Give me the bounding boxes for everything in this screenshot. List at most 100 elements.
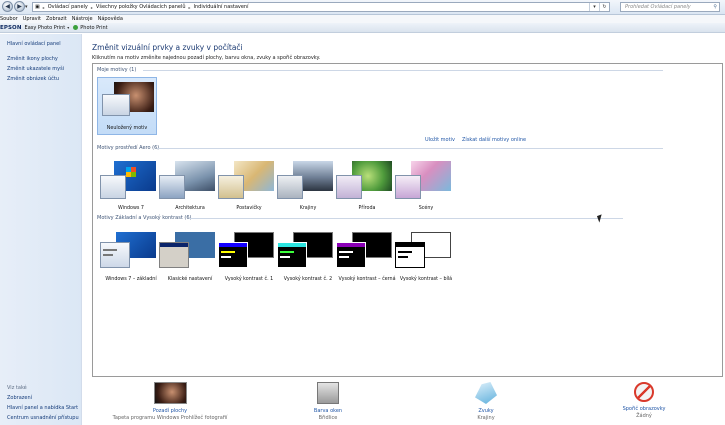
windows-logo-icon (126, 167, 136, 177)
theme-landscapes[interactable]: Krajiny (275, 159, 341, 212)
sounds-title[interactable]: Zvuky (426, 408, 546, 414)
menu-help[interactable]: Nápověda (98, 16, 123, 22)
theme-thumbnail (157, 159, 219, 205)
epson-logo: EPSON (0, 24, 22, 31)
theme-thumbnail (216, 230, 278, 276)
get-more-themes-link[interactable]: Získat další motivy online (462, 137, 526, 143)
window-preview (100, 175, 126, 199)
themes-list[interactable]: Moje motivy (1) Neuložený motiv Uložit m… (92, 63, 723, 377)
group-aero-themes: Motivy prostředí Aero (6) (97, 145, 160, 151)
theme-label: Vysoký kontrast – černá (338, 277, 396, 282)
display-link[interactable]: Zobrazení (7, 395, 32, 401)
theme-scenes[interactable]: Scény (393, 159, 459, 212)
theme-classic[interactable]: Klasické nastavení (157, 230, 223, 283)
recent-pages-dropdown[interactable]: ▾ (25, 4, 30, 10)
chevron-down-icon[interactable]: ▾ (67, 25, 69, 30)
photo-print-icon (73, 25, 79, 30)
theme-thumbnail (275, 230, 337, 276)
menu-edit[interactable]: Upravit (23, 16, 41, 22)
group-divider (143, 70, 663, 71)
change-mouse-pointers-link[interactable]: Změnit ukazatele myši (7, 66, 64, 72)
back-button[interactable]: ◀ (2, 1, 13, 12)
sounds-icon (475, 382, 497, 404)
breadcrumb[interactable]: ▣ ▸ Ovládací panely ▸ Všechny položky Ov… (32, 2, 610, 12)
window-preview (102, 94, 130, 116)
theme-label: Scény (418, 206, 434, 211)
screensaver-value: Žádný (636, 413, 652, 419)
change-desktop-icons-link[interactable]: Změnit ikony plochy (7, 56, 58, 62)
forward-button[interactable]: ▶ (14, 1, 25, 12)
theme-label: Neuložený motiv (106, 126, 148, 131)
theme-label: Krajiny (299, 206, 317, 211)
theme-windows7-basic[interactable]: Windows 7 – základní (98, 230, 164, 283)
see-also-heading: Viz také (7, 385, 27, 391)
desktop-background-title[interactable]: Pozadí plochy (110, 408, 230, 414)
screensaver-icon (634, 382, 654, 402)
theme-label: Windows 7 (118, 206, 144, 211)
window-preview (277, 242, 307, 268)
save-theme-link[interactable]: Uložit motiv (425, 137, 455, 143)
easy-photo-print-button[interactable]: Easy Photo Print (25, 25, 66, 31)
epson-toolbar: EPSON Easy Photo Print ▾ Photo Print (0, 23, 725, 33)
window-preview (277, 175, 303, 199)
search-placeholder: Prohledat Ovládací panely (625, 4, 691, 10)
window-color-icon (317, 382, 339, 404)
theme-high-contrast-white[interactable]: Vysoký kontrast – bílá (393, 230, 459, 283)
change-account-picture-link[interactable]: Změnit obrázek účtu (7, 76, 59, 82)
window-preview (336, 242, 366, 268)
group-divider (157, 148, 663, 149)
sounds-value: Krajiny (477, 415, 495, 421)
theme-unsaved[interactable]: Neuložený motiv (97, 77, 157, 135)
theme-label: Vysoký kontrast – bílá (399, 277, 453, 282)
menu-file[interactable]: Soubor (0, 16, 18, 22)
control-panel-home-link[interactable]: Hlavní ovládací panel (7, 41, 61, 47)
theme-label: Vysoký kontrast č. 2 (283, 277, 333, 282)
group-my-themes: Moje motivy (1) (97, 67, 137, 73)
menu-tools[interactable]: Nástroje (72, 16, 93, 22)
screensaver-title[interactable]: Spořič obrazovky (584, 406, 704, 412)
theme-thumbnail (157, 230, 219, 276)
window-preview (100, 242, 130, 268)
group-basic-themes: Motivy Základní a Vysoký kontrast (6) (97, 215, 192, 221)
taskbar-start-menu-link[interactable]: Hlavní panel a nabídka Start (7, 405, 78, 411)
ease-of-access-link[interactable]: Centrum usnadnění přístupu (7, 415, 79, 421)
theme-high-contrast-2[interactable]: Vysoký kontrast č. 2 (275, 230, 341, 283)
theme-windows7[interactable]: Windows 7 (98, 159, 164, 212)
theme-thumbnail (98, 159, 160, 205)
breadcrumb-separator-icon: ▸ (188, 4, 191, 10)
breadcrumb-item[interactable]: Individuální nastavení (194, 4, 249, 10)
desktop-background-value: Tapeta programu Windows Prohlížeč fotogr… (112, 415, 228, 421)
search-icon[interactable]: ⚲ (713, 3, 717, 11)
breadcrumb-separator-icon: ▸ (90, 4, 93, 10)
address-dropdown-icon[interactable]: ▾ (589, 3, 599, 11)
sounds-setting[interactable]: Zvuky Krajiny (426, 382, 546, 421)
desktop-background-setting[interactable]: Pozadí plochy Tapeta programu Windows Pr… (110, 382, 230, 421)
search-input[interactable]: Prohledat Ovládací panely ⚲ (620, 2, 720, 12)
window-preview (159, 242, 189, 268)
theme-thumbnail (393, 159, 455, 205)
theme-nature[interactable]: Příroda (334, 159, 400, 212)
window-preview (395, 242, 425, 268)
menu-view[interactable]: Zobrazit (46, 16, 67, 22)
theme-label: Architektura (175, 206, 205, 211)
refresh-icon[interactable]: ↻ (599, 3, 609, 11)
theme-high-contrast-1[interactable]: Vysoký kontrast č. 1 (216, 230, 282, 283)
page-subtitle: Kliknutím na motiv změníte najednou poza… (92, 55, 321, 61)
window-preview (395, 175, 421, 199)
window-color-setting[interactable]: Barva oken Břidlice (268, 382, 388, 421)
theme-thumbnail (275, 159, 337, 205)
window-preview (159, 175, 185, 199)
window-preview (336, 175, 362, 199)
screensaver-setting[interactable]: Spořič obrazovky Žádný (584, 382, 704, 419)
theme-label: Windows 7 – základní (105, 277, 157, 282)
theme-characters[interactable]: Postavičky (216, 159, 282, 212)
breadcrumb-item[interactable]: Ovládací panely (48, 4, 88, 10)
theme-high-contrast-black[interactable]: Vysoký kontrast – černá (334, 230, 400, 283)
control-panel-icon: ▣ (35, 4, 40, 10)
theme-thumbnail (216, 159, 278, 205)
window-color-title[interactable]: Barva oken (268, 408, 388, 414)
photo-print-button[interactable]: Photo Print (80, 25, 107, 31)
theme-architecture[interactable]: Architektura (157, 159, 223, 212)
theme-label: Klasické nastavení (167, 277, 213, 282)
breadcrumb-item[interactable]: Všechny položky Ovládacích panelů (96, 4, 186, 10)
